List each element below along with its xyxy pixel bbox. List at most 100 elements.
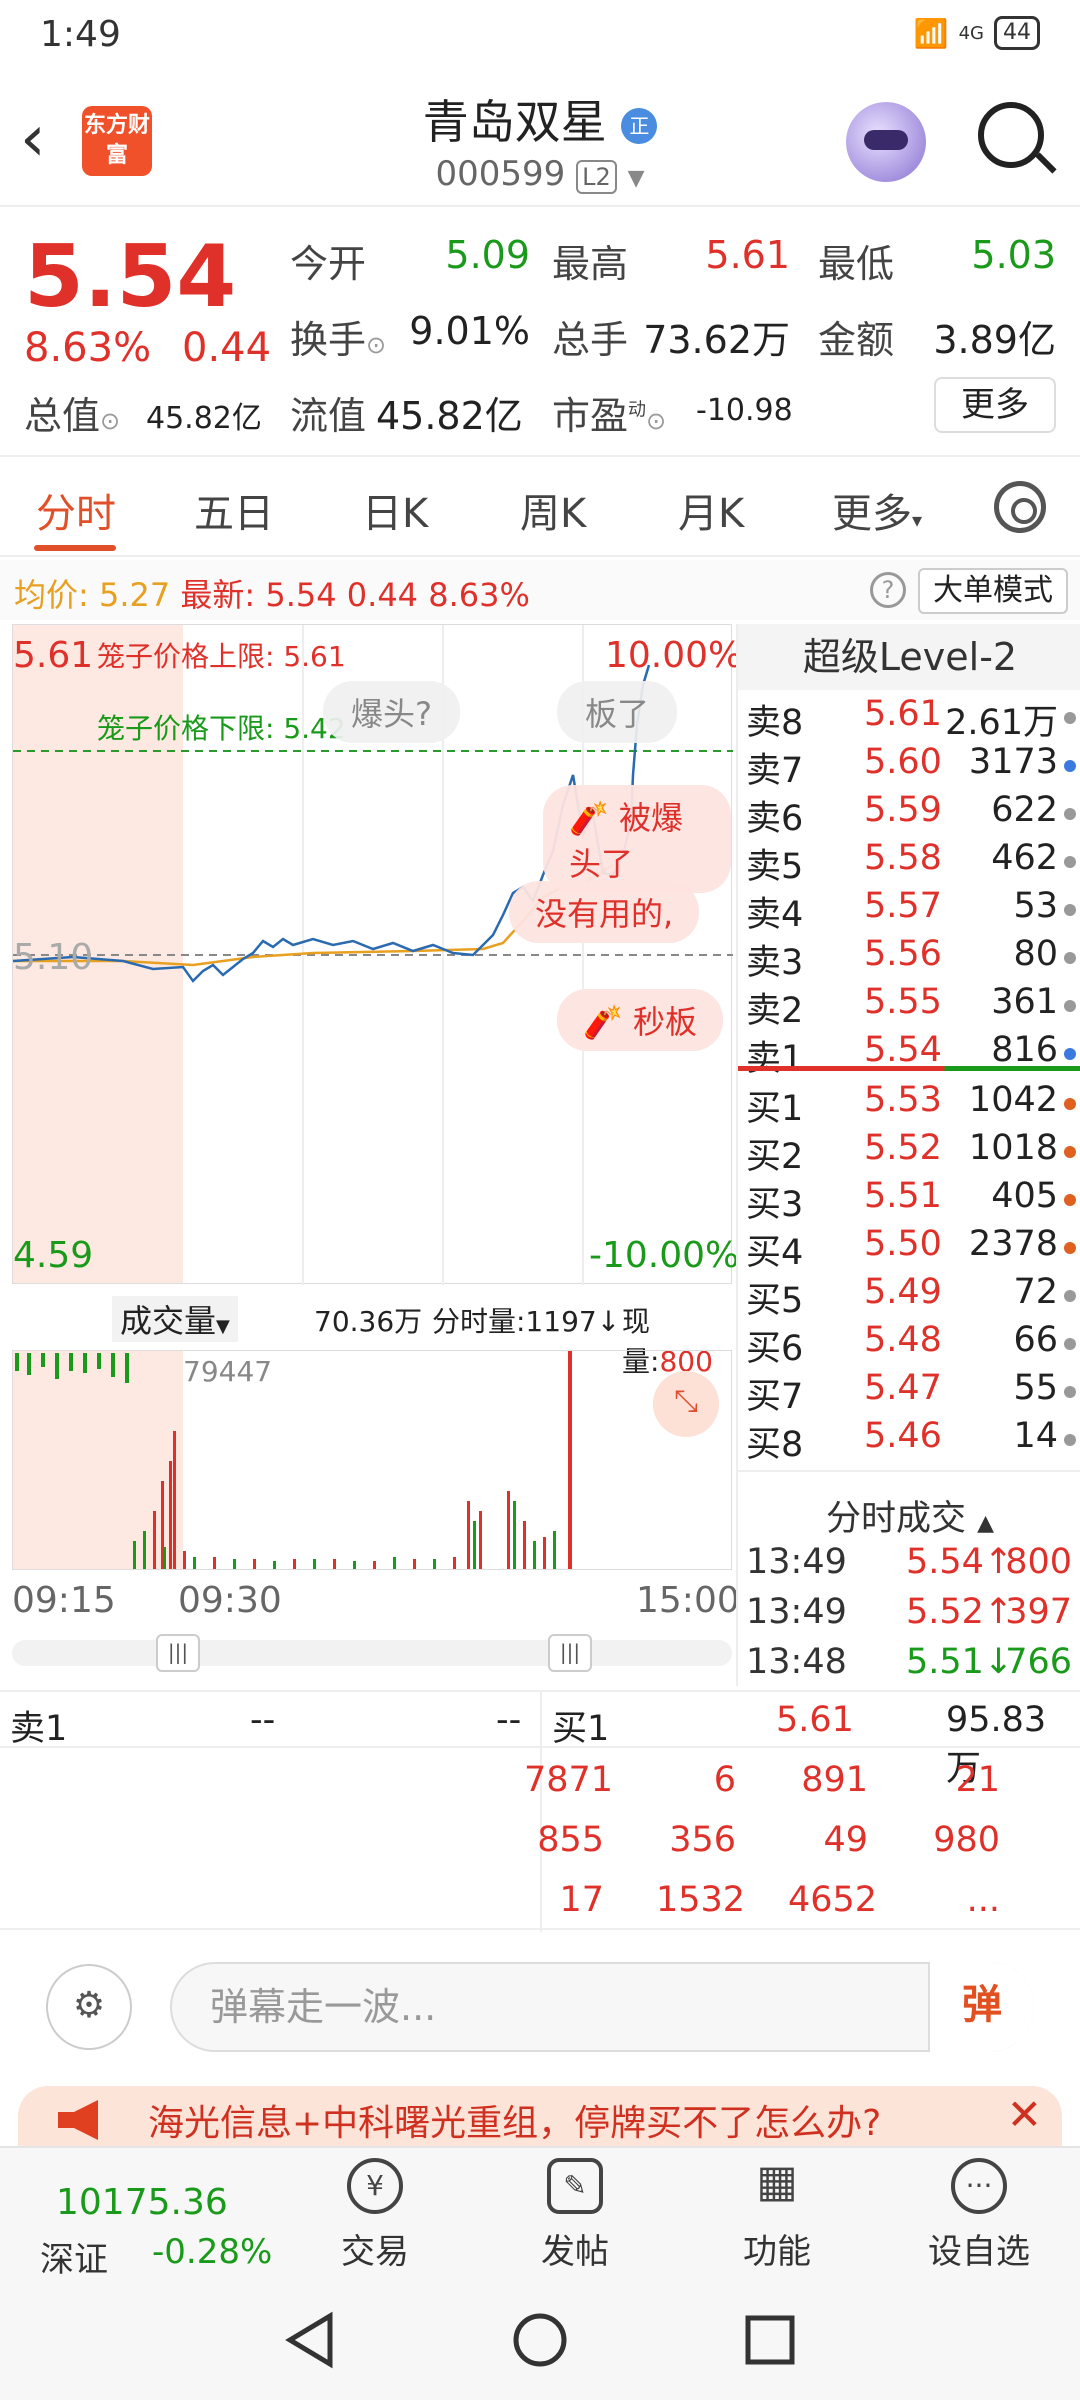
slider-left-handle[interactable]: ||| — [156, 1634, 200, 1672]
stock-code: 000599 — [435, 154, 566, 194]
tab-daily-k[interactable]: 日K — [362, 481, 428, 539]
turnover-label: 换手⊙ — [290, 318, 387, 362]
bid-row[interactable]: 买8 5.46 14 — [746, 1416, 1076, 1465]
ask-dot — [1064, 856, 1076, 868]
ask-row[interactable]: 卖8 5.61 2.61万 — [746, 694, 1076, 743]
volume-label: 总手 — [552, 318, 629, 362]
volume-header: 成交量▼ 70.36万 分时量:1197↓ 现量:800 — [12, 1290, 732, 1378]
nav-trade[interactable]: ¥ 交易 — [300, 2158, 450, 2273]
queue-order: ... — [966, 1880, 1000, 1920]
low-value: 5.03 — [971, 233, 1056, 277]
yuan-refresh-icon: ¥ — [347, 2158, 403, 2214]
volume-selector[interactable]: 成交量▼ — [112, 1296, 238, 1342]
signal-label: 4G — [958, 22, 984, 44]
help-icon[interactable]: ? — [870, 572, 906, 608]
total-cap-value: 45.82亿 — [146, 401, 262, 436]
index-name[interactable]: 深证 — [40, 2232, 108, 2281]
danmaku-settings-icon[interactable]: ⚙ — [46, 1964, 132, 2050]
time-range-slider[interactable]: ||| ||| — [12, 1634, 732, 1672]
cage-lower-label: 笼子价格下限: 5.42 — [97, 712, 346, 745]
bid-row[interactable]: 买7 5.47 55 — [746, 1368, 1076, 1417]
index-pct[interactable]: -0.28% — [152, 2232, 272, 2272]
close-icon[interactable]: ✕ — [1007, 2090, 1042, 2139]
low-label: 最低 — [818, 242, 895, 286]
expand-icon[interactable]: ⤡ — [653, 1371, 719, 1437]
search-icon[interactable] — [978, 102, 1044, 168]
queue-order: 980 — [933, 1820, 1000, 1860]
ask-row[interactable]: 卖2 5.55 361 — [746, 982, 1076, 1031]
buy1-label: 买1 — [552, 1709, 610, 1749]
bid-ask-separator — [738, 1066, 1080, 1071]
tab-intraday[interactable]: 分时 — [36, 481, 116, 539]
bid-label: 买2 — [746, 1137, 804, 1177]
bid-row[interactable]: 买6 5.48 66 — [746, 1320, 1076, 1369]
nav-add-watchlist[interactable]: ··· 设自选 — [904, 2158, 1054, 2273]
bid-price: 5.48 — [864, 1320, 942, 1360]
danmu-bubble: 🧨 秒板 — [557, 989, 724, 1051]
more-button[interactable]: 更多 — [934, 377, 1056, 433]
ask-row[interactable]: 卖6 5.59 622 — [746, 790, 1076, 839]
ask-row[interactable]: 卖4 5.57 53 — [746, 886, 1076, 935]
ask-price: 5.56 — [864, 934, 942, 974]
chart-lower-price: 4.59 — [13, 1235, 94, 1276]
ask-label: 卖3 — [746, 943, 804, 983]
bid-row[interactable]: 买3 5.51 405 — [746, 1176, 1076, 1225]
tab-five-day[interactable]: 五日 — [194, 481, 274, 539]
bid-dot — [1064, 1290, 1076, 1302]
bid-volume: 405 — [991, 1176, 1058, 1216]
wifi-icon: 📶 — [913, 16, 949, 50]
tab-more[interactable]: 更多▾ — [832, 481, 922, 539]
tick-trades-title[interactable]: 分时成交 ▲ — [738, 1490, 1080, 1541]
index-value[interactable]: 10175.36 — [56, 2182, 228, 2223]
ask-label: 卖5 — [746, 847, 804, 887]
queue-order: 4652 — [788, 1880, 878, 1920]
intraday-chart[interactable]: 5.61 4.59 5.10 10.00% -10.00% 笼子价格上限: 5.… — [12, 624, 742, 1285]
robot-assistant-icon[interactable] — [846, 102, 926, 182]
tick-price: 5.51↓ — [906, 1642, 1014, 1682]
status-icons: 📶 4G 44 — [914, 16, 1040, 50]
big-order-mode-button[interactable]: 大单模式 — [918, 568, 1068, 614]
ask-dot — [1064, 712, 1076, 724]
tick-volume: 800 — [1005, 1542, 1072, 1582]
battery-icon: 44 — [994, 16, 1040, 50]
ask-price: 5.55 — [864, 982, 942, 1022]
bid-dot — [1064, 1242, 1076, 1254]
news-text[interactable]: 海光信息+中科曙光重组，停牌买不了怎么办? — [148, 2094, 881, 2146]
danmaku-bar: ⚙ 弹幕走一波... 弹 — [0, 1940, 1080, 2070]
ask-row[interactable]: 卖3 5.56 80 — [746, 934, 1076, 983]
volume-chart: 79447 ⤡ — [12, 1350, 732, 1570]
nav-post[interactable]: ✎ 发帖 — [500, 2158, 650, 2273]
ask-price: 5.58 — [864, 838, 942, 878]
bid-row[interactable]: 买2 5.52 1018 — [746, 1128, 1076, 1177]
last-price: 5.54 — [24, 227, 237, 327]
ask-row[interactable]: 卖7 5.60 3173 — [746, 742, 1076, 791]
bid-row[interactable]: 买1 5.53 1042 — [746, 1080, 1076, 1129]
tab-monthly-k[interactable]: 月K — [678, 481, 744, 539]
slider-right-handle[interactable]: ||| — [548, 1634, 592, 1672]
queue-order: 49 — [823, 1820, 868, 1860]
bid-row[interactable]: 买5 5.49 72 — [746, 1272, 1076, 1321]
ask-row[interactable]: 卖5 5.58 462 — [746, 838, 1076, 887]
ask-volume: 816 — [991, 1030, 1058, 1070]
settings-gear-icon[interactable] — [994, 481, 1046, 533]
danmaku-input[interactable]: 弹幕走一波... — [170, 1962, 1034, 2052]
price-info-line: 均价: 5.27 最新: 5.54 0.44 8.63% ? 大单模式 — [0, 560, 1080, 620]
recents-square-icon — [745, 2315, 795, 2365]
ask-dot — [1064, 1048, 1076, 1060]
sell1-label: 卖1 — [10, 1709, 68, 1749]
bottom-queue-panel: 卖1 -- -- 买1 5.61 95.83万 7871 6 891 21 855 356… — [0, 1690, 1080, 1932]
news-banner[interactable]: 海光信息+中科曙光重组，停牌买不了怎么办? ✕ — [18, 2086, 1062, 2146]
bid-volume: 2378 — [968, 1224, 1058, 1264]
ask-label: 卖4 — [746, 895, 804, 935]
send-danmaku-button[interactable]: 弹 — [928, 1962, 1034, 2052]
tab-weekly-k[interactable]: 周K — [520, 481, 586, 539]
level2-title[interactable]: 超级Level-2 — [738, 624, 1080, 690]
cage-upper-label: 笼子价格上限: 5.61 — [97, 640, 346, 673]
bid-volume: 1042 — [968, 1080, 1058, 1120]
nav-functions[interactable]: ▦ 功能 — [702, 2158, 852, 2273]
bid-row[interactable]: 买4 5.50 2378 — [746, 1224, 1076, 1273]
ask-label: 卖1 — [746, 1039, 804, 1079]
bid-label: 买4 — [746, 1233, 804, 1273]
buy1-price: 5.61 — [776, 1700, 854, 1740]
chart-upper-pct: 10.00% — [605, 635, 743, 676]
